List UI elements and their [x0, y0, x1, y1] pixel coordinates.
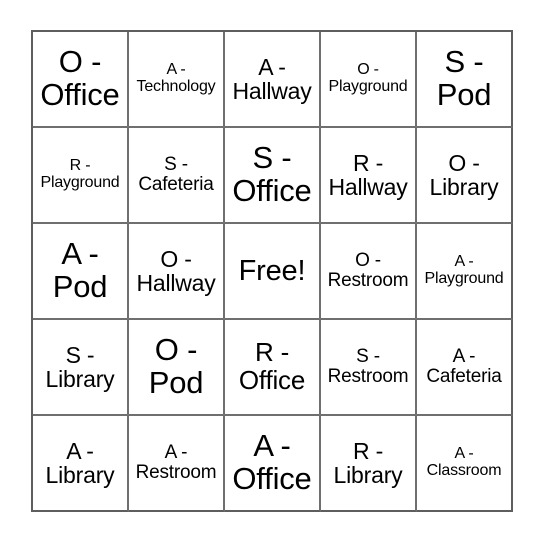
bingo-cell-label: O - Playground	[328, 61, 408, 95]
bingo-cell[interactable]: R - Office	[225, 320, 321, 416]
bingo-cell[interactable]: R - Playground	[33, 128, 129, 224]
bingo-cell[interactable]: R - Library	[321, 416, 417, 512]
bingo-cell[interactable]: O - Hallway	[129, 224, 225, 320]
bingo-cell-label: S - Cafeteria	[138, 153, 214, 195]
bingo-cell-label: R - Office	[238, 337, 306, 395]
bingo-cell[interactable]: R - Hallway	[321, 128, 417, 224]
bingo-cell[interactable]: O - Restroom	[321, 224, 417, 320]
bingo-cell[interactable]: A - Restroom	[129, 416, 225, 512]
bingo-cell-label: A - Technology	[136, 61, 216, 95]
bingo-cell[interactable]: A - Office	[225, 416, 321, 512]
bingo-cell[interactable]: A - Library	[33, 416, 129, 512]
bingo-cell-label: S - Library	[45, 341, 115, 392]
bingo-cell[interactable]: O - Library	[417, 128, 513, 224]
bingo-cell[interactable]: S - Restroom	[321, 320, 417, 416]
bingo-free-space[interactable]: Free!	[225, 224, 321, 320]
bingo-cell-label: S - Restroom	[327, 345, 409, 387]
bingo-cell-label: A - Hallway	[232, 53, 312, 104]
bingo-cell-label: A - Pod	[52, 236, 108, 304]
bingo-cell-label: S - Office	[232, 140, 312, 208]
bingo-cell[interactable]: O - Playground	[321, 32, 417, 128]
bingo-cell[interactable]: S - Library	[33, 320, 129, 416]
bingo-card-grid: O - Office A - Technology A - Hallway O - P…	[31, 30, 513, 512]
bingo-cell-label: A - Library	[45, 437, 115, 488]
bingo-cell[interactable]: A - Hallway	[225, 32, 321, 128]
bingo-cell-label: A - Playground	[424, 253, 504, 287]
bingo-cell[interactable]: O - Pod	[129, 320, 225, 416]
bingo-cell[interactable]: A - Classroom	[417, 416, 513, 512]
bingo-cell-label: O - Library	[429, 149, 499, 200]
bingo-cell-label: A - Cafeteria	[426, 345, 502, 387]
bingo-cell[interactable]: A - Playground	[417, 224, 513, 320]
bingo-cell-label: R - Hallway	[328, 149, 408, 200]
bingo-cell-label: O - Office	[40, 44, 120, 112]
bingo-cell-label: O - Pod	[148, 332, 204, 400]
bingo-cell-label: R - Playground	[40, 157, 120, 191]
bingo-cell-label: O - Restroom	[327, 249, 409, 291]
bingo-cell-label: A - Classroom	[426, 445, 502, 479]
bingo-cell[interactable]: A - Pod	[33, 224, 129, 320]
bingo-cell[interactable]: A - Technology	[129, 32, 225, 128]
bingo-cell[interactable]: A - Cafeteria	[417, 320, 513, 416]
bingo-cell-label: S - Pod	[436, 44, 492, 112]
bingo-cell-label: A - Office	[232, 428, 312, 496]
bingo-cell-label: A - Restroom	[135, 441, 217, 483]
bingo-cell-label: O - Hallway	[136, 245, 216, 296]
bingo-cell-label: Free!	[238, 254, 306, 287]
bingo-cell[interactable]: S - Office	[225, 128, 321, 224]
bingo-cell-label: R - Library	[333, 437, 403, 488]
bingo-cell[interactable]: S - Cafeteria	[129, 128, 225, 224]
bingo-cell[interactable]: O - Office	[33, 32, 129, 128]
bingo-cell[interactable]: S - Pod	[417, 32, 513, 128]
